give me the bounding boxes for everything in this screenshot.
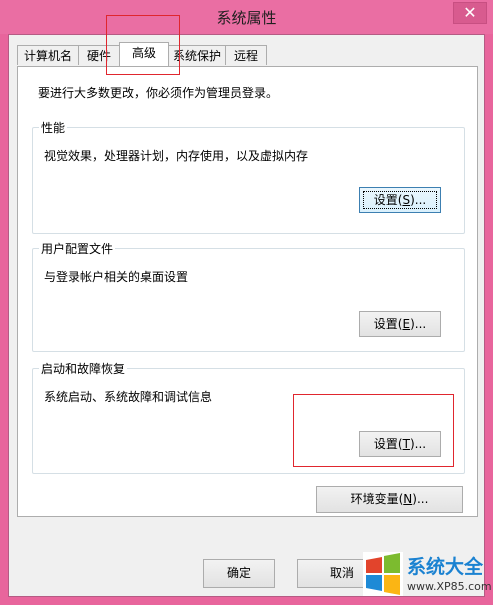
admin-notice: 要进行大多数更改，你必须作为管理员登录。 xyxy=(38,86,279,100)
user-profiles-settings-suffix: )... xyxy=(410,317,427,331)
environment-variables-suffix: )... xyxy=(412,492,429,506)
user-profiles-settings-button[interactable]: 设置(E)... xyxy=(359,311,441,337)
user-profiles-settings-accesskey: E xyxy=(402,317,411,331)
site-watermark: 系统大全 www.XP85.com xyxy=(363,546,493,605)
environment-variables-label: 环境变量( xyxy=(350,492,404,506)
user-profiles-group: 用户配置文件 与登录帐户相关的桌面设置 设置(E)... xyxy=(32,240,465,352)
performance-settings-accesskey: S xyxy=(402,193,411,207)
performance-group: 性能 视觉效果，处理器计划，内存使用，以及虚拟内存 设置(S)... xyxy=(32,119,465,234)
tab-remote[interactable]: 远程 xyxy=(225,45,267,65)
close-icon: ✕ xyxy=(463,3,477,22)
startup-recovery-description: 系统启动、系统故障和调试信息 xyxy=(44,390,213,404)
startup-recovery-settings-suffix: )... xyxy=(409,437,427,451)
environment-variables-accesskey: N xyxy=(403,492,413,506)
tab-advanced[interactable]: 高级 xyxy=(119,42,169,66)
tab-hardware[interactable]: 硬件 xyxy=(78,45,120,65)
startup-recovery-group-label: 启动和故障恢复 xyxy=(39,360,128,377)
startup-recovery-group: 启动和故障恢复 系统启动、系统故障和调试信息 设置(T)... xyxy=(32,360,465,474)
window-title: 系统属性 xyxy=(216,9,277,27)
system-properties-window: 系统属性 ✕ 计算机名 硬件 高级 系统保护 远程 要进行大多数更改，你必须作为… xyxy=(0,0,493,605)
close-button[interactable]: ✕ xyxy=(453,2,487,24)
dialog-client-area: 计算机名 硬件 高级 系统保护 远程 要进行大多数更改，你必须作为管理员登录。 … xyxy=(8,34,485,597)
watermark-text: 系统大全 xyxy=(407,556,484,578)
user-profiles-group-label: 用户配置文件 xyxy=(39,240,116,257)
performance-group-label: 性能 xyxy=(39,119,68,136)
performance-description: 视觉效果，处理器计划，内存使用，以及虚拟内存 xyxy=(44,149,309,163)
performance-settings-button[interactable]: 设置(S)... xyxy=(359,187,441,213)
startup-recovery-settings-label: 设置( xyxy=(373,437,403,451)
tab-system-protection[interactable]: 系统保护 xyxy=(168,45,226,65)
advanced-tab-panel: 要进行大多数更改，你必须作为管理员登录。 性能 视觉效果，处理器计划，内存使用，… xyxy=(17,66,478,517)
startup-recovery-settings-accesskey: T xyxy=(402,437,410,451)
performance-settings-suffix: )... xyxy=(410,193,427,207)
performance-settings-label: 设置( xyxy=(373,193,403,207)
watermark-url: www.XP85.com xyxy=(407,580,492,593)
startup-recovery-settings-button[interactable]: 设置(T)... xyxy=(359,431,441,457)
tab-computer-name[interactable]: 计算机名 xyxy=(17,45,79,65)
ok-button[interactable]: 确定 xyxy=(203,559,275,588)
environment-variables-button[interactable]: 环境变量(N)... xyxy=(316,486,463,513)
user-profiles-description: 与登录帐户相关的桌面设置 xyxy=(44,270,189,284)
user-profiles-settings-label: 设置( xyxy=(373,317,403,331)
title-bar[interactable]: 系统属性 ✕ xyxy=(0,0,493,34)
windows-logo-icon xyxy=(363,552,403,596)
